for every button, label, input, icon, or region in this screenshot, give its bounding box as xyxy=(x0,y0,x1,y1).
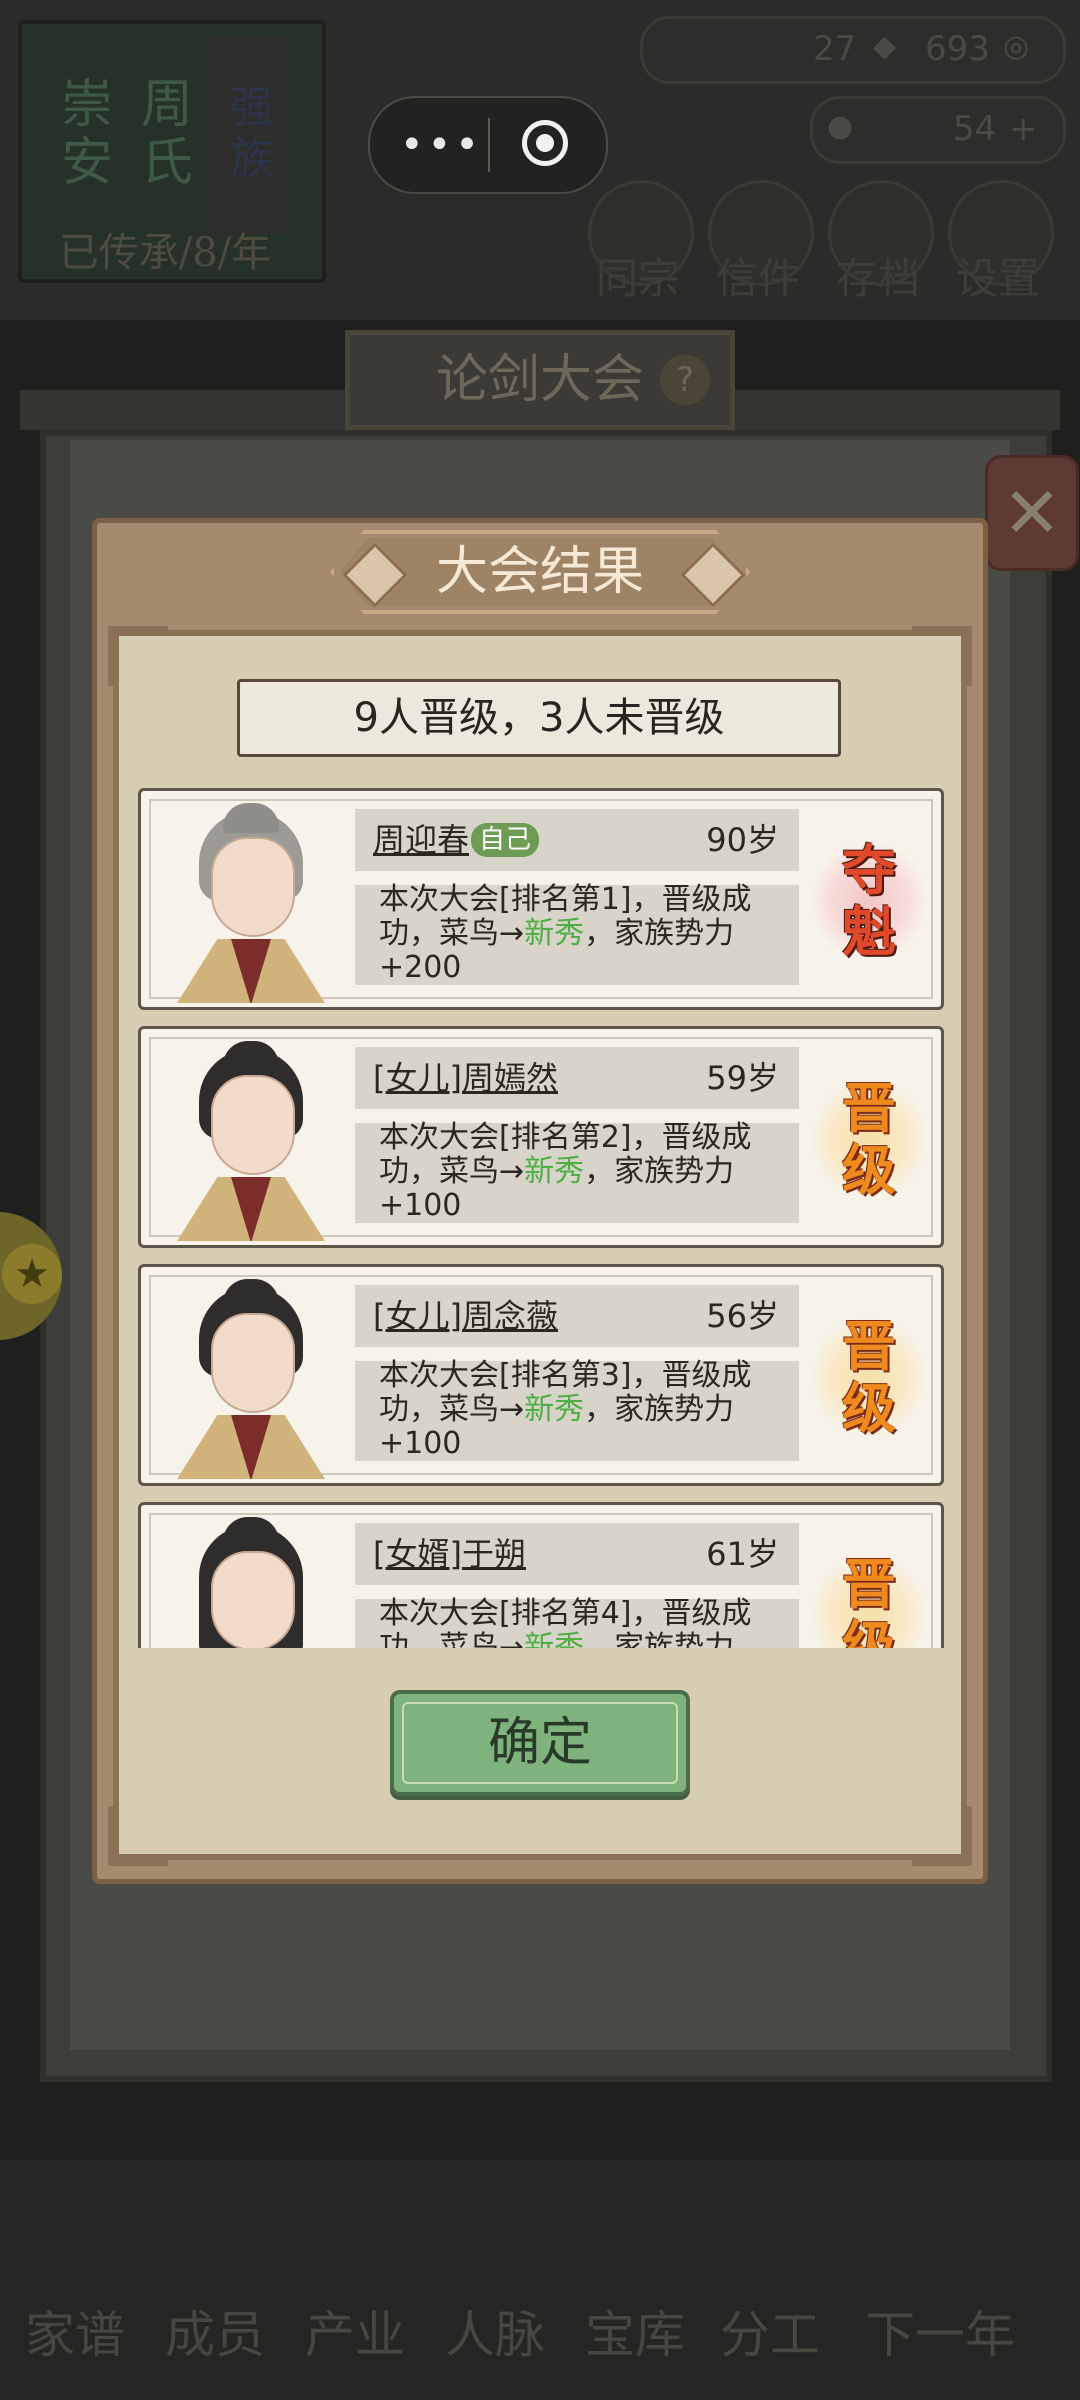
gold-count: 54 xyxy=(953,109,997,149)
member-info-bar: [女婿]于朔 61岁 xyxy=(355,1523,799,1585)
self-badge: 自己 xyxy=(471,823,540,857)
nav-members[interactable]: 成员 xyxy=(140,2295,290,2367)
member-age: 59岁 xyxy=(706,1059,779,1097)
result-card[interactable]: 周迎春 自己 90岁 本次大会[排名第1]，晋级成功，菜鸟→新秀，家族势力+20… xyxy=(138,788,944,1010)
more-button[interactable]: ••• xyxy=(400,120,480,170)
avatar xyxy=(161,803,341,1003)
member-info-bar: [女儿]周念薇 56岁 xyxy=(355,1285,799,1347)
clan-tag: 强族 xyxy=(207,34,287,234)
close-miniprogram-icon[interactable] xyxy=(522,120,568,166)
promoted-seal: 晋级 xyxy=(809,1069,929,1209)
champion-seal: 夺魁 xyxy=(809,831,929,971)
member-name-link[interactable]: [女儿]周念薇 xyxy=(373,1285,558,1347)
member-name-link[interactable]: [女婿]于朔 xyxy=(373,1523,526,1585)
promoted-seal: 晋级 xyxy=(809,1307,929,1447)
menu-settings-label[interactable]: 设置 xyxy=(943,245,1053,306)
help-icon[interactable]: ? xyxy=(660,355,710,405)
close-icon: ✕ xyxy=(1002,472,1062,554)
result-description-box: 本次大会[排名第4]，晋级成功，菜鸟→新秀，家族势力 xyxy=(355,1596,799,1649)
clan-name-right: 周氏 xyxy=(131,76,192,192)
coin-icon: ◎ xyxy=(1003,29,1030,64)
member-age: 56岁 xyxy=(706,1297,779,1335)
promoted-seal: 晋级 xyxy=(809,1545,929,1648)
result-description-box: 本次大会[排名第1]，晋级成功，菜鸟→新秀，家族势力+200 xyxy=(355,882,799,985)
gold-ingot-icon: ● xyxy=(827,109,854,144)
avatar xyxy=(161,1517,341,1648)
star-icon: ★ xyxy=(2,1244,62,1304)
result-card[interactable]: [女婿]于朔 61岁 本次大会[排名第4]，晋级成功，菜鸟→新秀，家族势力 晋级 xyxy=(138,1502,944,1648)
capsule-divider xyxy=(488,118,490,172)
confirm-button[interactable]: 确定 xyxy=(390,1690,690,1796)
currency-bar[interactable]: 27 ◆ 693 ◎ xyxy=(640,16,1066,84)
member-info-bar: [女儿]周嫣然 59岁 xyxy=(355,1047,799,1109)
member-age: 90岁 xyxy=(706,821,779,859)
menu-mail-label[interactable]: 信件 xyxy=(703,245,813,306)
close-button[interactable]: ✕ xyxy=(985,455,1079,571)
nav-next-year[interactable]: 下一年 xyxy=(840,2295,1040,2367)
coin-count: 693 xyxy=(925,29,990,69)
corner-ornament xyxy=(912,626,972,686)
miniprogram-capsule: ••• xyxy=(368,96,608,194)
nav-connections[interactable]: 人脉 xyxy=(420,2295,570,2367)
modal-title: 大会结果 xyxy=(435,542,644,602)
menu-clan-label[interactable]: 同宗 xyxy=(583,245,693,306)
result-description: 本次大会[排名第2]，晋级成功，菜鸟→新秀，家族势力+100 xyxy=(379,1120,752,1223)
member-name-link[interactable]: [女儿]周嫣然 xyxy=(373,1047,558,1109)
ticket-icon: ◆ xyxy=(873,29,897,64)
ticket-count: 27 xyxy=(813,29,857,69)
result-description-box: 本次大会[排名第2]，晋级成功，菜鸟→新秀，家族势力+100 xyxy=(355,1120,799,1223)
avatar xyxy=(161,1041,341,1241)
member-name-link[interactable]: 周迎春 xyxy=(373,809,469,871)
result-summary: 9人晋级，3人未晋级 xyxy=(237,679,841,757)
confirm-label: 确定 xyxy=(487,1713,592,1773)
nav-treasury[interactable]: 宝库 xyxy=(560,2295,710,2367)
nav-family-tree[interactable]: 家谱 xyxy=(0,2295,150,2367)
results-list[interactable]: 周迎春 自己 90岁 本次大会[排名第1]，晋级成功，菜鸟→新秀，家族势力+20… xyxy=(130,780,950,1648)
result-card[interactable]: [女儿]周嫣然 59岁 本次大会[排名第2]，晋级成功，菜鸟→新秀，家族势力+1… xyxy=(138,1026,944,1248)
result-card[interactable]: [女儿]周念薇 56岁 本次大会[排名第3]，晋级成功，菜鸟→新秀，家族势力+1… xyxy=(138,1264,944,1486)
member-age: 61岁 xyxy=(706,1535,779,1573)
member-info-bar: 周迎春 自己 90岁 xyxy=(355,809,799,871)
result-description: 本次大会[排名第1]，晋级成功，菜鸟→新秀，家族势力+200 xyxy=(379,882,752,985)
avatar xyxy=(161,1279,341,1479)
nav-assignments[interactable]: 分工 xyxy=(695,2295,845,2367)
clan-years: 已传承/8/年 xyxy=(58,230,272,276)
clan-name-left: 崇安 xyxy=(51,76,112,192)
menu-save-label[interactable]: 存档 xyxy=(823,245,933,306)
gold-bar[interactable]: ● 54 + xyxy=(810,96,1066,164)
result-description: 本次大会[排名第3]，晋级成功，菜鸟→新秀，家族势力+100 xyxy=(379,1358,752,1461)
add-gold-icon[interactable]: + xyxy=(1009,109,1038,149)
corner-ornament xyxy=(108,626,168,686)
result-description: 本次大会[排名第4]，晋级成功，菜鸟→新秀，家族势力 xyxy=(379,1596,752,1649)
nav-property[interactable]: 产业 xyxy=(280,2295,430,2367)
result-description-box: 本次大会[排名第3]，晋级成功，菜鸟→新秀，家族势力+100 xyxy=(355,1358,799,1461)
